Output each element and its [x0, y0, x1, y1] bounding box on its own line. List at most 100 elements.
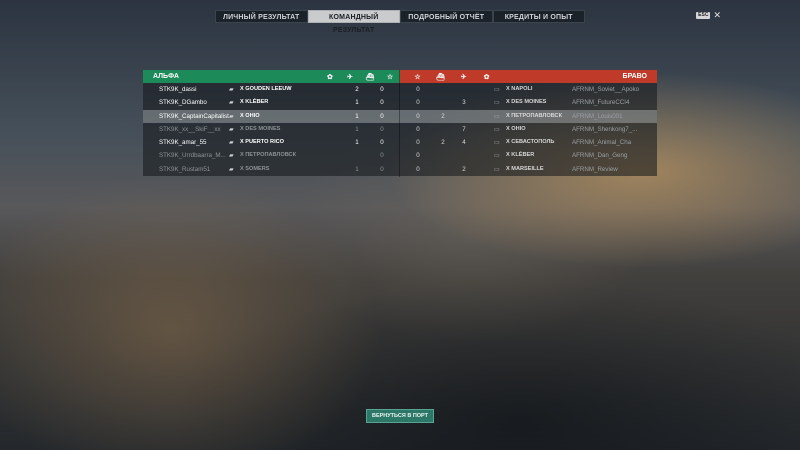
- ship-class-icon: ▭: [494, 112, 500, 120]
- stat-planes-destroyed: 3: [462, 99, 466, 107]
- player-row[interactable]: 0 ▭ X NAPOLI AFRNM_Soviet__Apoko: [400, 83, 657, 96]
- team-alpha-rows: STK9K_dassi ▰ X GOUDEN LEEUW 2 0 STK9K_DGambo…: [143, 83, 400, 177]
- tab-team-result[interactable]: КОМАНДНЫЙ РЕЗУЛЬТАТ: [307, 10, 400, 34]
- ship-name: X DES MOINES: [506, 99, 547, 106]
- ship-name: X ПЕТРОПАВЛОВСК: [240, 152, 296, 159]
- player-row[interactable]: STK9K_Urrdbaarra_M... ▰ X ПЕТРОПАВЛОВСК 0: [143, 149, 400, 162]
- player-name: STK9K_CaptainCapitalist: [159, 112, 229, 120]
- player-name: AFRNM_Dan_Geng: [572, 152, 628, 160]
- laurel-icon: ✿: [483, 73, 490, 81]
- ship-name: X OHIO: [240, 112, 260, 119]
- player-row[interactable]: 0 2 ▭ X MARSEILLE AFRNM_Review: [400, 163, 657, 176]
- ship-name: X KLÉBER: [240, 99, 269, 106]
- stat-score: 0: [416, 165, 420, 173]
- player-name: STK9K_amar_55: [159, 139, 207, 147]
- player-name: STK9K_xx__SkiF__xx: [159, 125, 221, 133]
- team-bravo-header: ☆ ⛴ ✈ ✿ БРАВО: [400, 70, 657, 83]
- ship-icon: ⛴: [436, 73, 445, 81]
- team-bravo-name: БРАВО: [622, 73, 647, 80]
- plane-icon: ✈: [347, 73, 353, 81]
- return-to-port-button[interactable]: ВЕРНУТЬСЯ В ПОРТ: [366, 409, 434, 423]
- stat-planes-destroyed: 4: [462, 139, 466, 147]
- window-controls: ESC ✕: [696, 11, 721, 20]
- player-row[interactable]: STK9K_DGambo ▰ X KLÉBER 1 0: [143, 96, 400, 109]
- ship-class-icon: ▰: [229, 86, 234, 93]
- stat-score: 0: [380, 125, 384, 133]
- stat-ships-destroyed: 2: [441, 112, 445, 120]
- ship-name: X KLÉBER: [506, 152, 535, 159]
- player-row[interactable]: 0 2 4 ▭ X СЕВАСТОПОЛЬ AFRNM_Animal_Cha: [400, 136, 657, 149]
- player-row[interactable]: STK9K_amar_55 ▰ X PUERTO RICO 1 0: [143, 136, 400, 149]
- player-row[interactable]: STK9K_CaptainCapitalist ▰ X OHIO 1 0: [143, 109, 400, 123]
- ship-class-icon: ▰: [229, 152, 234, 160]
- results-tab-bar: ЛИЧНЫЙ РЕЗУЛЬТАТ КОМАНДНЫЙ РЕЗУЛЬТАТ ПОД…: [215, 10, 585, 34]
- player-row[interactable]: STK9K_Rustam51 ▰ X SOMERS 1 0: [143, 163, 400, 176]
- ship-name: X PUERTO RICO: [240, 139, 285, 146]
- ship-class-icon: ▰: [229, 112, 234, 120]
- player-name: STK9K_DGambo: [159, 99, 207, 107]
- team-bravo: ☆ ⛴ ✈ ✿ БРАВО 0 ▭ X NAPOLI AFRNM_Soviet__Ap…: [400, 70, 657, 177]
- ship-name: X NAPOLI: [506, 86, 533, 92]
- star-icon: ☆: [386, 73, 394, 81]
- ship-icon: ⛴: [365, 73, 375, 81]
- ship-class-icon: ▰: [229, 99, 234, 107]
- team-alpha-header: АЛЬФА ✿ ✈ ⛴ ☆: [143, 70, 400, 83]
- player-row[interactable]: 0 3 ▭ X DES MOINES AFRNM_FutureCCI4: [400, 96, 657, 109]
- tab-detailed-report[interactable]: ПОДРОБНЫЙ ОТЧЁТ: [400, 10, 493, 23]
- player-name: STK9K_Urrdbaarra_M...: [159, 152, 226, 160]
- tab-credits-experience[interactable]: КРЕДИТЫ И ОПЫТ: [492, 10, 585, 23]
- player-name: AFRNM_FutureCCI4: [572, 99, 630, 107]
- player-name: STK9K_dassi: [159, 86, 197, 93]
- stat-planes-destroyed: 2: [462, 165, 466, 173]
- stat-ships-destroyed: 1: [355, 125, 359, 133]
- ship-name: X СЕВАСТОПОЛЬ: [506, 139, 555, 146]
- player-name: AFRNM_Animal_Cha: [572, 139, 632, 147]
- stat-ships-destroyed: 2: [441, 139, 445, 147]
- player-row[interactable]: STK9K_xx__SkiF__xx ▰ X DES MOINES 1 0: [143, 123, 400, 136]
- laurel-icon: ✿: [327, 73, 333, 81]
- stat-planes-destroyed: 7: [462, 125, 466, 133]
- player-name: AFRNM_Soviet__Apoko: [572, 86, 640, 93]
- stat-ships-destroyed: 1: [355, 99, 359, 107]
- ship-class-icon: ▰: [229, 165, 234, 173]
- player-row[interactable]: 0 ▭ X KLÉBER AFRNM_Dan_Geng: [400, 149, 657, 162]
- ship-class-icon: ▰: [229, 125, 234, 133]
- ship-name: X OHIO: [506, 125, 526, 132]
- stat-ships-destroyed: 2: [355, 86, 359, 93]
- ship-class-icon: ▭: [494, 152, 500, 160]
- team-bravo-rows: 0 ▭ X NAPOLI AFRNM_Soviet__Apoko 0 3 ▭ X DES MO…: [400, 83, 657, 177]
- stat-score: 0: [380, 165, 384, 173]
- stat-score: 0: [380, 112, 384, 120]
- stat-score: 0: [416, 139, 420, 147]
- close-icon[interactable]: ✕: [713, 11, 721, 20]
- tab-personal-result[interactable]: ЛИЧНЫЙ РЕЗУЛЬТАТ: [215, 10, 308, 23]
- ship-class-icon: ▰: [229, 139, 234, 147]
- player-row[interactable]: 0 2 ▭ X ПЕТРОПАВЛОВСК AFRNM_Louis001: [400, 109, 657, 123]
- player-name: AFRNM_Shenkong7_...: [572, 125, 638, 133]
- stat-ships-destroyed: 1: [355, 139, 359, 147]
- ship-class-icon: ▭: [494, 139, 500, 147]
- player-name: STK9K_Rustam51: [159, 165, 211, 173]
- team-results-board: АЛЬФА ✿ ✈ ⛴ ☆ STK9K_dassi ▰ X GOUDEN LEEUW…: [143, 70, 657, 177]
- star-icon: ☆: [414, 73, 421, 81]
- player-name: AFRNM_Review: [572, 165, 618, 173]
- ship-name: X GOUDEN LEEUW: [240, 86, 292, 92]
- player-row[interactable]: 0 7 ▭ X OHIO AFRNM_Shenkong7_...: [400, 123, 657, 136]
- ship-name: X SOMERS: [240, 165, 270, 172]
- esc-key-badge[interactable]: ESC: [696, 12, 711, 19]
- stat-score: 0: [380, 152, 384, 160]
- ship-class-icon: ▭: [494, 86, 500, 93]
- stat-ships-destroyed: 1: [355, 112, 359, 120]
- team-alpha: АЛЬФА ✿ ✈ ⛴ ☆ STK9K_dassi ▰ X GOUDEN LEEUW…: [143, 70, 400, 177]
- stat-score: 0: [416, 112, 420, 120]
- ship-name: X DES MOINES: [240, 125, 281, 132]
- player-row[interactable]: STK9K_dassi ▰ X GOUDEN LEEUW 2 0: [143, 83, 400, 96]
- stat-score: 0: [380, 139, 384, 147]
- stat-score: 0: [380, 99, 384, 107]
- stat-score: 0: [416, 125, 420, 133]
- ship-name: X MARSEILLE: [506, 165, 544, 172]
- ship-class-icon: ▭: [494, 99, 500, 107]
- stat-ships-destroyed: 1: [355, 165, 359, 173]
- ship-class-icon: ▭: [494, 125, 500, 133]
- ship-class-icon: ▭: [494, 165, 500, 173]
